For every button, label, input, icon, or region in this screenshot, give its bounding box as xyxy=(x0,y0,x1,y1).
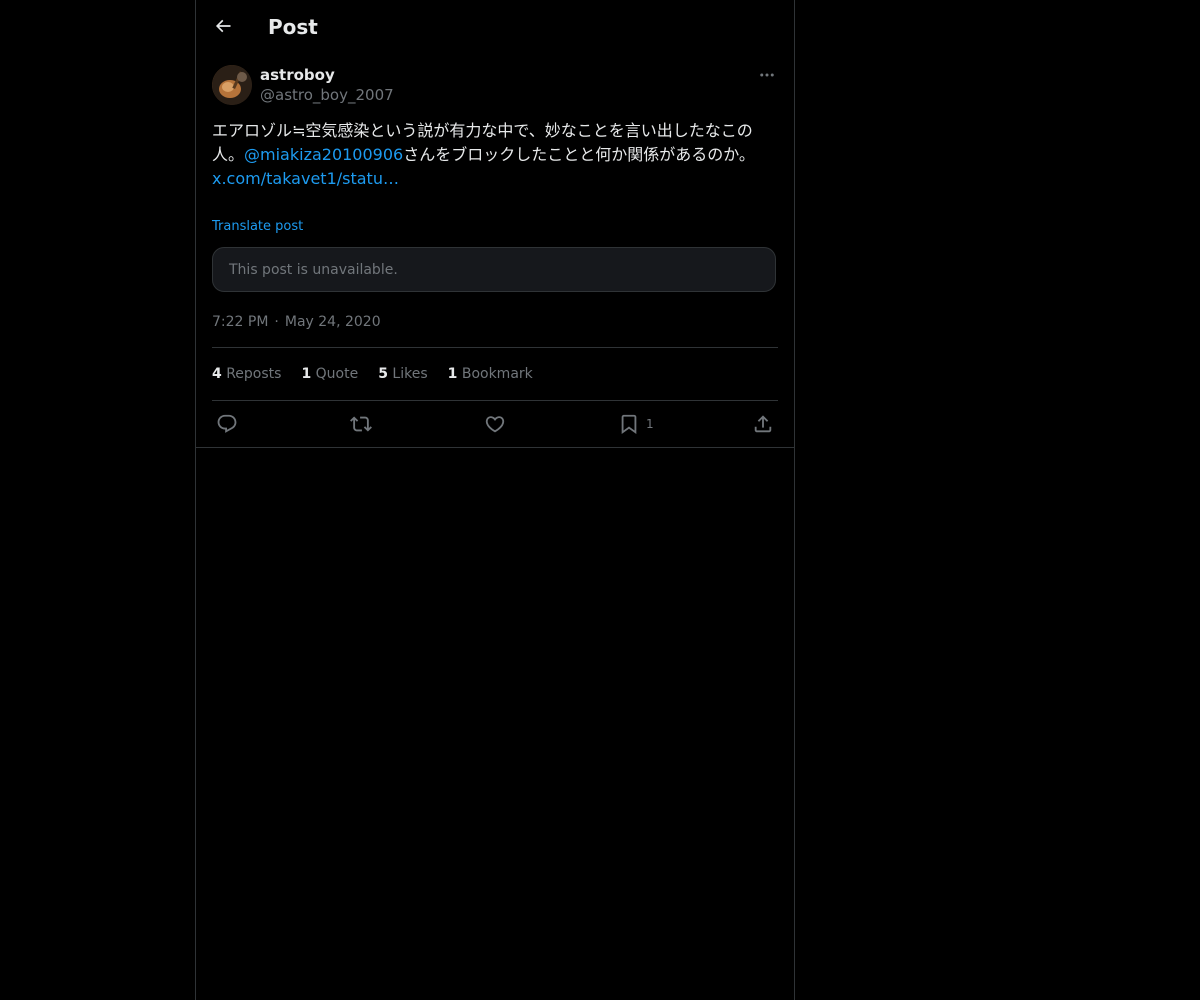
post-text-part2: さんをブロックしたことと何か関係があるのか。 xyxy=(403,145,755,164)
post-text: エアロゾル≒空気感染という説が有力な中で、妙なことを言い出したなこの人。@mia… xyxy=(212,119,778,191)
page-title: Post xyxy=(268,15,318,39)
quote-count: 1 xyxy=(301,366,312,382)
arrow-left-icon xyxy=(213,16,233,36)
author-handle[interactable]: @astro_boy_2007 xyxy=(260,85,394,105)
back-button[interactable] xyxy=(208,11,238,41)
engagement-stats: 4 Reposts 1 Quote 5 Likes 1 Bookmark xyxy=(212,364,553,384)
bookmark-stat[interactable]: 1 Bookmark xyxy=(448,364,533,384)
likes-stat[interactable]: 5 Likes xyxy=(378,364,427,384)
repost-icon xyxy=(350,413,372,435)
reposts-label: Reposts xyxy=(226,366,282,382)
reply-icon xyxy=(216,413,238,435)
translate-post-link[interactable]: Translate post xyxy=(212,218,303,236)
divider xyxy=(212,400,778,401)
like-button[interactable] xyxy=(484,413,506,435)
likes-count: 5 xyxy=(378,366,388,382)
more-button[interactable] xyxy=(756,64,778,86)
post-detail-column: Post astroboy @astro_boy_2007 エアロゾル≒空気感染… xyxy=(195,0,795,1000)
bookmark-action-count: 1 xyxy=(646,417,654,431)
reply-button[interactable] xyxy=(216,413,238,435)
post-date[interactable]: May 24, 2020 xyxy=(285,314,381,330)
bookmark-stat-count: 1 xyxy=(447,366,458,382)
repost-button[interactable] xyxy=(350,413,372,435)
bookmark-button[interactable]: 1 xyxy=(618,413,654,435)
quote-label: Quote xyxy=(315,366,359,382)
mention-link[interactable]: @miakiza20100906 xyxy=(244,145,403,164)
author-name[interactable]: astroboy xyxy=(260,65,335,85)
post-time[interactable]: 7:22 PM xyxy=(212,314,268,330)
page-header: Post xyxy=(196,0,794,53)
separator-dot: · xyxy=(274,314,279,330)
bookmark-icon xyxy=(618,413,640,435)
share-icon xyxy=(752,413,774,435)
quoted-post-unavailable: This post is unavailable. xyxy=(212,247,776,292)
reposts-stat[interactable]: 4 Reposts xyxy=(212,364,281,384)
quote-stat[interactable]: 1 Quote xyxy=(301,364,358,384)
divider xyxy=(196,447,794,448)
bookmark-label: Bookmark xyxy=(461,366,533,382)
more-horizontal-icon xyxy=(758,66,776,84)
post-url-link[interactable]: x.com/takavet1/statu… xyxy=(212,169,399,188)
heart-icon xyxy=(484,413,506,435)
divider xyxy=(212,347,778,348)
post-timestamp: 7:22 PM · May 24, 2020 xyxy=(212,312,381,332)
reposts-count: 4 xyxy=(212,366,222,382)
avatar[interactable] xyxy=(212,65,252,105)
unavailable-message: This post is unavailable. xyxy=(229,262,398,278)
action-bar: 1 xyxy=(212,413,778,435)
likes-label: Likes xyxy=(392,366,428,382)
share-button[interactable] xyxy=(752,413,774,435)
